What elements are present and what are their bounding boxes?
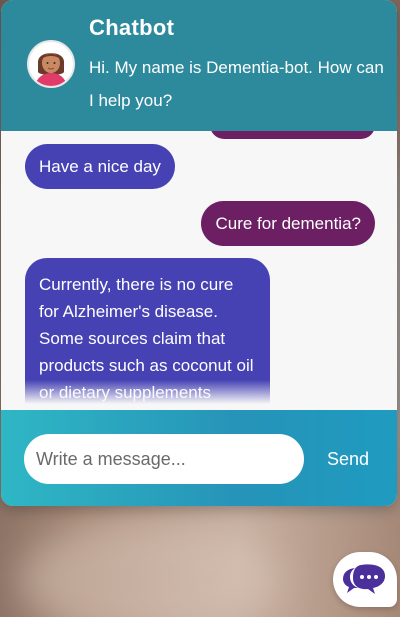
chat-footer: Send [1,410,397,506]
scroll-fade [1,380,397,410]
message-input[interactable] [24,434,304,484]
user-message-bubble: Cure for dementia? [201,201,375,246]
message-list[interactable]: Have a nice day Cure for dementia? Curre… [1,131,397,410]
chat-header: Chatbot Hi. My name is Dementia-bot. How… [1,0,397,131]
chat-bubbles-icon [343,564,385,594]
user-message-bubble [210,131,375,139]
background-shape [20,520,280,617]
avatar-icon [27,40,75,88]
bot-message-bubble: Have a nice day [25,144,175,189]
send-button[interactable]: Send [313,440,383,478]
chat-window: Chatbot Hi. My name is Dementia-bot. How… [1,0,397,506]
header-subtitle: Hi. My name is Dementia-bot. How can I h… [89,58,384,110]
header-title: Chatbot [89,15,175,40]
chat-launcher-button[interactable] [333,552,397,607]
